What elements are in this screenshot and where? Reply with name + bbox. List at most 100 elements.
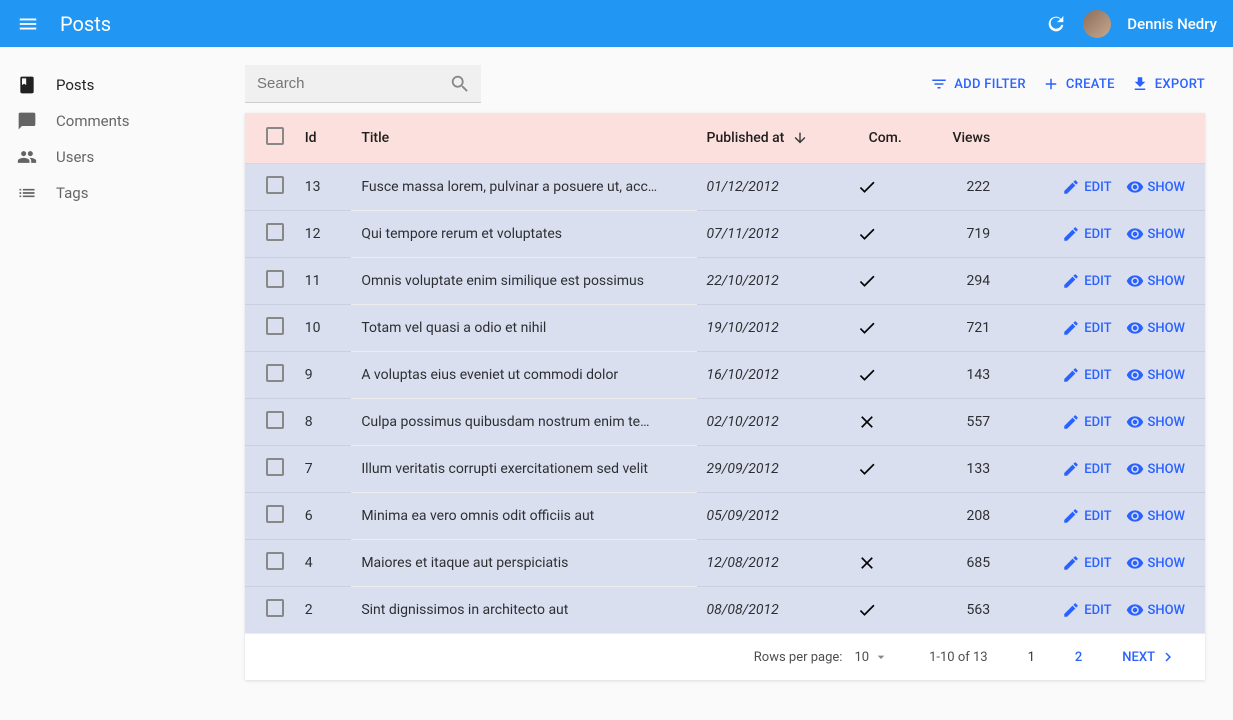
edit-button[interactable]: EDIT [1062,507,1111,525]
show-button[interactable]: SHOW [1126,225,1186,243]
column-header-select[interactable] [245,113,295,164]
show-button[interactable]: SHOW [1126,507,1186,525]
table-row[interactable]: 2Sint dignissimos in architecto aut08/08… [245,587,1205,634]
close-icon [857,553,913,573]
username[interactable]: Dennis Nedry [1127,15,1217,33]
plus-icon [1042,75,1060,93]
show-label: SHOW [1148,556,1186,571]
add-filter-label: ADD FILTER [954,77,1026,92]
row-checkbox[interactable] [266,599,284,617]
sidebar: Posts CommentsUsersTags [0,47,245,720]
table-row[interactable]: 10Totam vel quasi a odio et nihil19/10/2… [245,305,1205,352]
table-row[interactable]: 6Minima ea vero omnis odit officiis aut0… [245,493,1205,540]
search-input[interactable] [245,65,481,103]
edit-button[interactable]: EDIT [1062,366,1111,384]
add-filter-button[interactable]: ADD FILTER [930,75,1026,93]
page-title: Posts [60,12,1045,36]
edit-label: EDIT [1084,368,1111,383]
cell-views: 563 [923,587,1010,634]
column-header-com[interactable]: Com. [847,113,923,164]
edit-label: EDIT [1084,321,1111,336]
show-label: SHOW [1148,180,1186,195]
column-header-title[interactable]: Title [351,113,696,164]
eye-icon [1126,272,1144,290]
export-label: EXPORT [1155,77,1205,92]
show-button[interactable]: SHOW [1126,366,1186,384]
page-link-2[interactable]: 2 [1075,650,1082,665]
pencil-icon [1062,178,1080,196]
column-header-published-label: Published at [707,130,785,146]
export-button[interactable]: EXPORT [1131,75,1205,93]
show-button[interactable]: SHOW [1126,319,1186,337]
avatar[interactable] [1083,10,1111,38]
row-checkbox[interactable] [266,505,284,523]
sidebar-item-comments[interactable]: Comments [0,103,245,139]
show-button[interactable]: SHOW [1126,413,1186,431]
row-checkbox[interactable] [266,223,284,241]
edit-button[interactable]: EDIT [1062,601,1111,619]
refresh-icon [1045,13,1067,35]
cell-published: 16/10/2012 [697,352,848,399]
eye-icon [1126,178,1144,196]
row-checkbox[interactable] [266,411,284,429]
show-button[interactable]: SHOW [1126,460,1186,478]
show-button[interactable]: SHOW [1126,272,1186,290]
eye-icon [1126,225,1144,243]
hamburger-menu-button[interactable] [16,12,40,36]
create-button[interactable]: CREATE [1042,75,1115,93]
cell-com [847,352,923,399]
table-row[interactable]: 11Omnis voluptate enim similique est pos… [245,258,1205,305]
row-checkbox[interactable] [266,176,284,194]
table-row[interactable]: 4Maiores et itaque aut perspiciatis12/08… [245,540,1205,587]
edit-button[interactable]: EDIT [1062,225,1111,243]
show-button[interactable]: SHOW [1126,178,1186,196]
table-row[interactable]: 8Culpa possimus quibusdam nostrum enim t… [245,399,1205,446]
pagination: Rows per page: 10 1-10 of 13 1 2 NEXT [245,633,1205,680]
sidebar-item-tags[interactable]: Tags [0,175,245,211]
edit-button[interactable]: EDIT [1062,319,1111,337]
cell-id: 13 [295,164,352,211]
rows-per-page-select[interactable]: 10 [854,649,889,665]
check-icon [857,459,913,479]
cell-id: 4 [295,540,352,587]
select-all-checkbox[interactable] [266,127,284,145]
edit-button[interactable]: EDIT [1062,272,1111,290]
column-header-views[interactable]: Views [923,113,1010,164]
check-icon [857,600,913,620]
edit-button[interactable]: EDIT [1062,554,1111,572]
cell-com [847,305,923,352]
cell-com [847,493,923,540]
show-button[interactable]: SHOW [1126,601,1186,619]
pencil-icon [1062,554,1080,572]
sidebar-item-label: Posts [56,76,94,94]
edit-button[interactable]: EDIT [1062,460,1111,478]
sidebar-item-posts[interactable]: Posts [0,67,245,103]
column-header-published[interactable]: Published at [697,113,848,164]
row-checkbox[interactable] [266,552,284,570]
table-row[interactable]: 12Qui tempore rerum et voluptates07/11/2… [245,211,1205,258]
refresh-button[interactable] [1045,13,1067,35]
list-toolbar: ADD FILTER CREATE EXPORT [245,47,1233,113]
dropdown-icon [873,649,889,665]
table-row[interactable]: 7Illum veritatis corrupti exercitationem… [245,446,1205,493]
table-row[interactable]: 9A voluptas eius eveniet ut commodi dolo… [245,352,1205,399]
sidebar-item-users[interactable]: Users [0,139,245,175]
search-icon [449,73,471,95]
check-icon [857,177,913,197]
row-checkbox[interactable] [266,317,284,335]
column-header-id[interactable]: Id [295,113,352,164]
edit-button[interactable]: EDIT [1062,178,1111,196]
cell-views: 294 [923,258,1010,305]
row-checkbox[interactable] [266,364,284,382]
row-checkbox[interactable] [266,458,284,476]
cell-title: Minima ea vero omnis odit officiis aut [351,493,696,540]
edit-label: EDIT [1084,180,1111,195]
edit-button[interactable]: EDIT [1062,413,1111,431]
row-checkbox[interactable] [266,270,284,288]
cell-com [847,540,923,587]
table-row[interactable]: 13Fusce massa lorem, pulvinar a posuere … [245,164,1205,211]
cell-published: 02/10/2012 [697,399,848,446]
pencil-icon [1062,272,1080,290]
edit-label: EDIT [1084,603,1111,618]
show-button[interactable]: SHOW [1126,554,1186,572]
